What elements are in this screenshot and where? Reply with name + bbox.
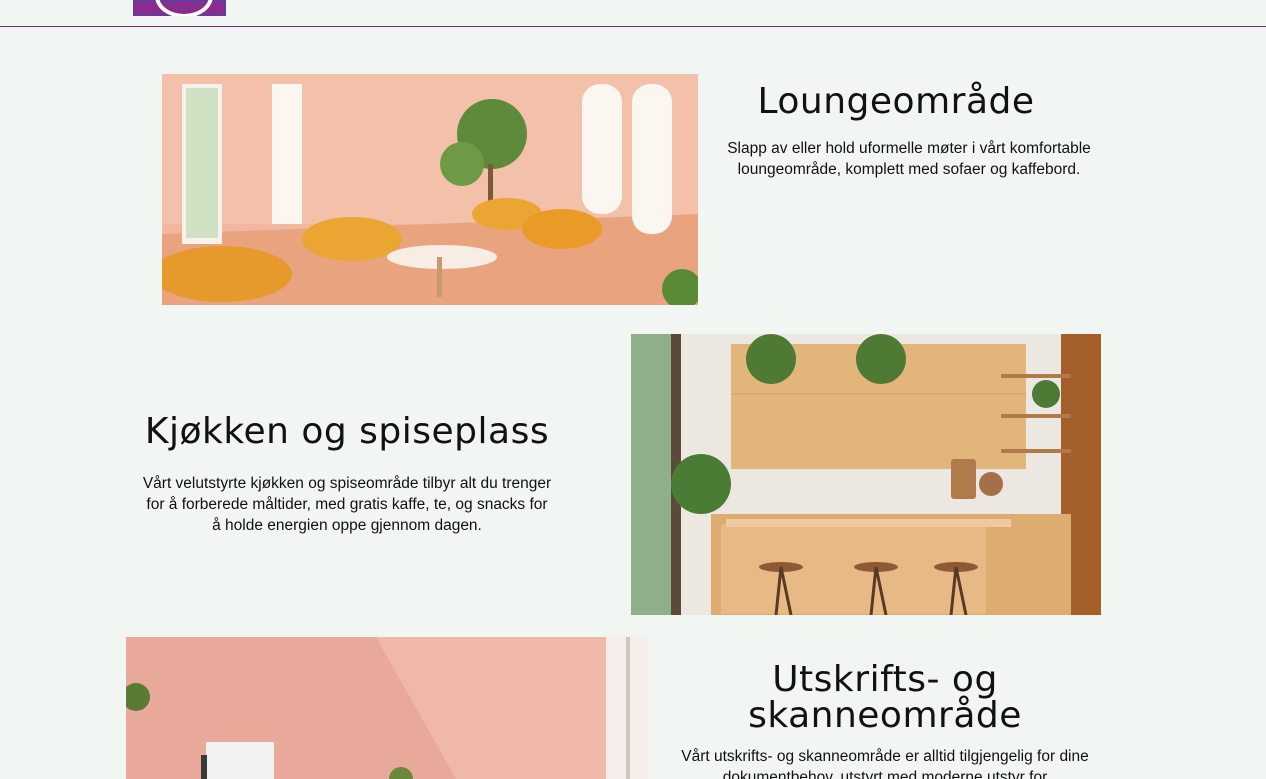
lounge-description: Slapp av eller hold uformelle møter i vå… — [727, 140, 1091, 178]
kitchen-image — [631, 334, 1101, 615]
site-header — [0, 0, 1266, 27]
page: Loungeområde Slapp av eller hold uformel… — [0, 0, 1266, 779]
site-logo[interactable] — [133, 0, 226, 16]
logo-ring-icon — [155, 0, 213, 16]
print-scan-title: Utskrifts- og skanneområde — [748, 659, 1022, 736]
lounge-image — [162, 74, 698, 305]
kitchen-description: Vårt velutstyrte kjøkken og spiseområde … — [142, 475, 552, 534]
lounge-title: Loungeområde — [757, 81, 1035, 122]
print-scan-description: Vårt utskrifts- og skanneområde er allti… — [681, 748, 1089, 779]
print-scan-image — [126, 637, 648, 779]
kitchen-title: Kjøkken og spiseplass — [144, 411, 550, 452]
